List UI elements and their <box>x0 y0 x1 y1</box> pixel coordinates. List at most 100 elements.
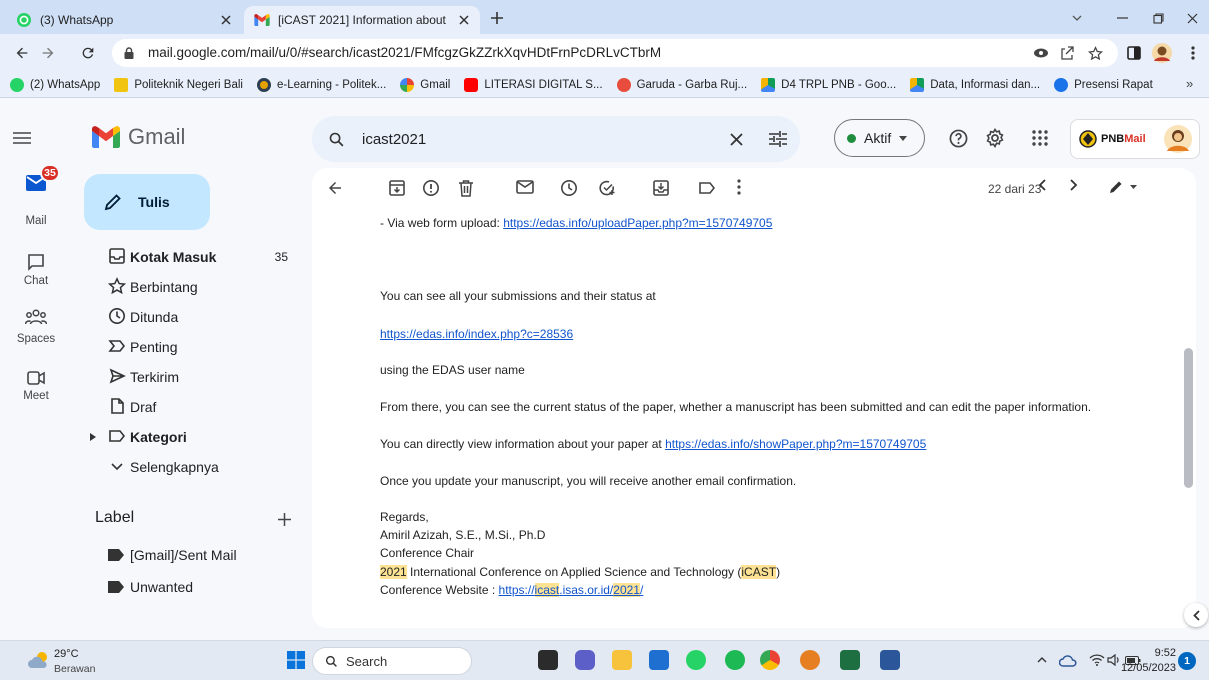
share-icon[interactable] <box>1058 44 1076 62</box>
nav-item-starred[interactable]: Berbintang <box>80 272 302 302</box>
clock-time[interactable]: 9:52 <box>1136 647 1176 659</box>
close-tab-icon[interactable] <box>456 12 472 28</box>
windows-start-icon[interactable] <box>286 650 306 670</box>
bookmark-politeknik[interactable]: Politeknik Negeri Bali <box>114 77 243 92</box>
address-bar[interactable]: mail.google.com/mail/u/0/#search/icast20… <box>112 39 1118 67</box>
close-tab-icon[interactable] <box>218 12 234 28</box>
bookmark-presensi-rapat[interactable]: Presensi Rapat <box>1054 77 1153 92</box>
taskbar-search[interactable]: Search <box>312 647 472 675</box>
search-icon[interactable] <box>326 129 346 149</box>
tracking-eye-icon[interactable] <box>1032 44 1050 62</box>
spaces-icon[interactable] <box>24 307 48 327</box>
forward-arrow-icon[interactable] <box>38 43 58 63</box>
rail-label-mail[interactable]: Mail <box>0 215 72 227</box>
browser-tab-whatsapp[interactable]: (3) WhatsApp <box>6 6 242 34</box>
nav-item-more[interactable]: Selengkapnya <box>80 452 302 482</box>
notification-badge[interactable]: 1 <box>1178 652 1196 670</box>
reload-icon[interactable] <box>78 43 98 63</box>
url-text[interactable]: mail.google.com/mail/u/0/#search/icast20… <box>148 45 661 60</box>
apps-grid-icon[interactable] <box>1028 126 1052 150</box>
weather-condition[interactable]: Berawan <box>54 663 95 675</box>
close-window-icon[interactable] <box>1184 10 1200 26</box>
input-tools-pen-icon[interactable] <box>1108 179 1142 199</box>
clear-search-icon[interactable] <box>726 129 746 149</box>
back-arrow-icon[interactable] <box>12 43 32 63</box>
message-scrollbar-thumb[interactable] <box>1184 348 1193 488</box>
account-switcher[interactable]: PNBMail <box>1070 119 1200 159</box>
mail-app-icon[interactable] <box>649 650 669 670</box>
help-icon[interactable] <box>946 126 970 150</box>
browser-tab-gmail[interactable]: [iCAST 2021] Information about <box>244 6 480 34</box>
chat-icon[interactable] <box>26 252 46 272</box>
older-chevron-right-icon[interactable] <box>1070 179 1090 199</box>
whatsapp-icon[interactable] <box>686 650 706 670</box>
word-icon[interactable] <box>880 650 900 670</box>
wifi-icon[interactable] <box>1088 651 1106 669</box>
upload-link[interactable]: https://edas.info/uploadPaper.php?m=1570… <box>503 216 772 230</box>
side-panel-icon[interactable] <box>1124 43 1144 63</box>
back-to-results-icon[interactable] <box>326 179 346 199</box>
label-as-icon[interactable] <box>698 179 718 199</box>
bookmark-star-icon[interactable] <box>1086 44 1104 62</box>
add-label-icon[interactable] <box>276 511 292 527</box>
bookmark-d4-trpl[interactable]: D4 TRPL PNB - Goo... <box>761 77 896 92</box>
spotify-icon[interactable] <box>725 650 745 670</box>
label-item-unwanted[interactable]: Unwanted <box>80 571 302 603</box>
gmail-logo[interactable]: Gmail <box>92 124 185 150</box>
nav-item-inbox[interactable]: Kotak Masuk 35 <box>80 242 302 272</box>
lock-icon[interactable] <box>122 46 136 60</box>
excel-icon[interactable] <box>840 650 860 670</box>
settings-gear-icon[interactable] <box>983 126 1007 150</box>
snooze-clock-icon[interactable] <box>560 179 580 199</box>
tab-search-chevron-icon[interactable] <box>1069 10 1085 26</box>
clock-date[interactable]: 12/05/2023 <box>1106 662 1176 674</box>
main-menu-icon[interactable] <box>10 126 34 150</box>
newer-chevron-left-icon[interactable] <box>1038 179 1058 199</box>
bookmark-garuda[interactable]: Garuda - Garba Ruj... <box>616 77 747 92</box>
minimize-icon[interactable] <box>1114 10 1130 26</box>
profile-avatar[interactable] <box>1150 41 1174 65</box>
teams-chat-icon[interactable] <box>575 650 595 670</box>
nav-item-important[interactable]: Penting <box>80 332 302 362</box>
weather-cloud-icon[interactable] <box>26 648 52 672</box>
task-view-icon[interactable] <box>538 650 558 670</box>
nav-item-categories[interactable]: Kategori <box>80 422 302 452</box>
bookmark-gmail[interactable]: Gmail <box>400 77 450 92</box>
bookmark-data-informasi[interactable]: Data, Informasi dan... <box>910 77 1040 92</box>
weather-temperature[interactable]: 29°C <box>54 648 79 660</box>
status-selector[interactable]: Aktif <box>834 119 925 157</box>
label-item-sent-mail[interactable]: [Gmail]/Sent Mail <box>80 539 302 571</box>
rail-label-meet[interactable]: Meet <box>0 390 72 402</box>
chrome-menu-icon[interactable] <box>1184 43 1202 63</box>
search-input[interactable] <box>362 128 722 150</box>
new-tab-icon[interactable] <box>489 10 505 26</box>
bookmark-literasi[interactable]: LITERASI DIGITAL S... <box>464 77 603 92</box>
bookmark-whatsapp[interactable]: (2) WhatsApp <box>10 77 100 92</box>
website-link[interactable]: https://icast.isas.or.id/2021/ <box>499 583 643 597</box>
nav-item-drafts[interactable]: Draf <box>80 392 302 422</box>
compose-button[interactable]: Tulis <box>84 174 210 230</box>
bookmarks-overflow[interactable]: » <box>1186 76 1193 91</box>
delete-trash-icon[interactable] <box>458 179 478 199</box>
move-to-icon[interactable] <box>652 179 672 199</box>
add-to-tasks-icon[interactable] <box>598 179 618 199</box>
chrome-icon[interactable] <box>760 650 780 670</box>
bookmark-elearning[interactable]: e-Learning - Politek... <box>256 77 386 92</box>
network-cloud-icon[interactable] <box>1058 651 1078 669</box>
file-explorer-icon[interactable] <box>612 650 632 670</box>
restore-icon[interactable] <box>1150 10 1166 26</box>
report-spam-icon[interactable] <box>422 179 442 199</box>
meet-icon[interactable] <box>26 368 46 388</box>
more-actions-icon[interactable] <box>737 179 757 199</box>
mail-search-bar[interactable] <box>312 116 800 162</box>
archive-icon[interactable] <box>388 179 408 199</box>
index-link[interactable]: https://edas.info/index.php?c=28536 <box>380 327 573 341</box>
show-paper-link[interactable]: https://edas.info/showPaper.php?m=157074… <box>665 437 926 451</box>
nav-item-sent[interactable]: Terkirim <box>80 362 302 392</box>
mark-unread-icon[interactable] <box>516 179 536 199</box>
expand-arrow-icon[interactable] <box>90 433 96 441</box>
nav-item-snoozed[interactable]: Ditunda <box>80 302 302 332</box>
tray-overflow-chevron-icon[interactable] <box>1034 652 1050 668</box>
search-options-icon[interactable] <box>768 129 788 149</box>
show-side-panel-button[interactable] <box>1184 603 1208 627</box>
